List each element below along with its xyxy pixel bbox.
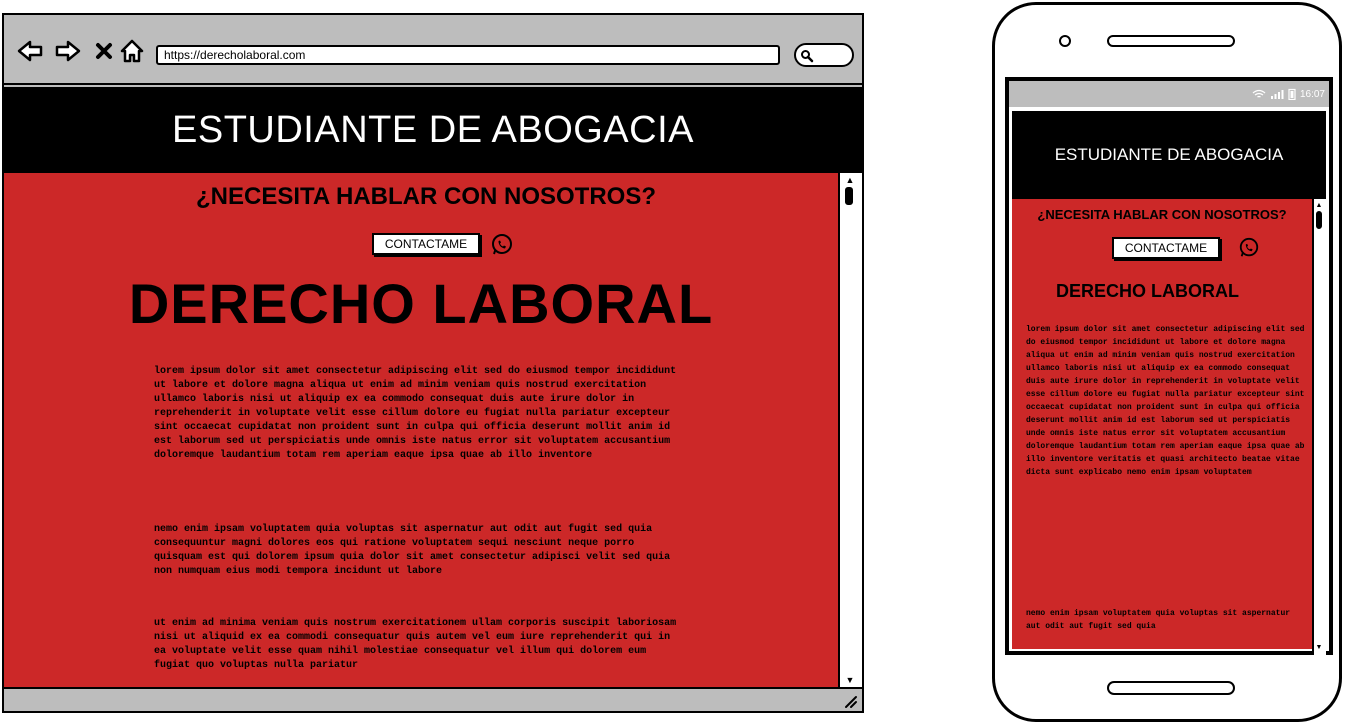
- browser-toolbar: https://derecholaboral.com: [4, 15, 862, 85]
- body-paragraph: ut enim ad minima veniam quis nostrum ex…: [154, 618, 677, 671]
- scrollbar-thumb[interactable]: [845, 187, 853, 205]
- phone-status-bar: 16:07: [1009, 81, 1329, 107]
- contact-button[interactable]: CONTACTAME: [1112, 237, 1220, 259]
- scroll-down-arrow-icon[interactable]: ▼: [1314, 643, 1324, 653]
- vertical-scrollbar[interactable]: ▲ ▼: [1312, 199, 1326, 655]
- page-content: ¿NECESITA HABLAR CON NOSOTROS? CONTACTAM…: [1012, 199, 1312, 649]
- contact-button[interactable]: CONTACTAME: [372, 233, 480, 255]
- vertical-scrollbar[interactable]: ▲ ▼: [838, 173, 862, 687]
- home-icon[interactable]: [118, 37, 146, 65]
- status-icons: 16:07: [1252, 88, 1325, 100]
- status-time: 16:07: [1299, 88, 1325, 100]
- browser-status-bar: [4, 687, 862, 711]
- phone-screen: 16:07 ESTUDIANTE DE ABOGACIA ¿NECESITA H…: [1005, 77, 1333, 655]
- body-paragraph: nemo enim ipsam voluptatem quia voluptas…: [154, 524, 671, 577]
- body-paragraph: lorem ipsum dolor sit amet consectetur a…: [154, 366, 677, 461]
- page-title: DERECHO LABORAL: [1056, 281, 1239, 301]
- page-content: ¿NECESITA HABLAR CON NOSOTROS? CONTACTAM…: [4, 173, 838, 687]
- search-icon: [801, 50, 814, 63]
- close-icon[interactable]: [90, 37, 118, 65]
- body-paragraph: lorem ipsum dolor sit amet consectetur a…: [1026, 325, 1305, 477]
- whatsapp-icon[interactable]: [490, 233, 514, 257]
- desktop-browser-window: https://derecholaboral.com ESTUDIANTE DE…: [2, 13, 864, 713]
- battery-icon: [1288, 88, 1296, 100]
- site-header: ESTUDIANTE DE ABOGACIA: [1012, 111, 1326, 199]
- back-arrow-icon[interactable]: [16, 37, 44, 65]
- scroll-down-arrow-icon[interactable]: ▼: [844, 675, 856, 685]
- scrollbar-thumb[interactable]: [1316, 211, 1322, 229]
- page-title: DERECHO LABORAL: [128, 272, 714, 335]
- scroll-up-arrow-icon[interactable]: ▲: [1314, 201, 1324, 211]
- resize-grip-icon[interactable]: [842, 693, 858, 709]
- browser-search-box[interactable]: [794, 43, 854, 67]
- camera-icon: [1059, 35, 1071, 47]
- home-button[interactable]: [1107, 681, 1235, 695]
- site-header: ESTUDIANTE DE ABOGACIA: [4, 87, 862, 173]
- scroll-up-arrow-icon[interactable]: ▲: [844, 175, 856, 185]
- mobile-phone-frame: 16:07 ESTUDIANTE DE ABOGACIA ¿NECESITA H…: [992, 2, 1342, 722]
- speaker-grille: [1107, 35, 1235, 47]
- forward-arrow-icon[interactable]: [54, 37, 82, 65]
- url-bar[interactable]: https://derecholaboral.com: [156, 45, 780, 65]
- body-paragraph: nemo enim ipsam voluptatem quia voluptas…: [1026, 609, 1291, 631]
- contact-question-heading: ¿NECESITA HABLAR CON NOSOTROS?: [1037, 207, 1287, 222]
- wifi-icon: [1252, 89, 1266, 98]
- contact-question-heading: ¿NECESITA HABLAR CON NOSOTROS?: [196, 183, 656, 210]
- signal-icon: [1270, 90, 1284, 99]
- whatsapp-icon[interactable]: [1238, 237, 1260, 259]
